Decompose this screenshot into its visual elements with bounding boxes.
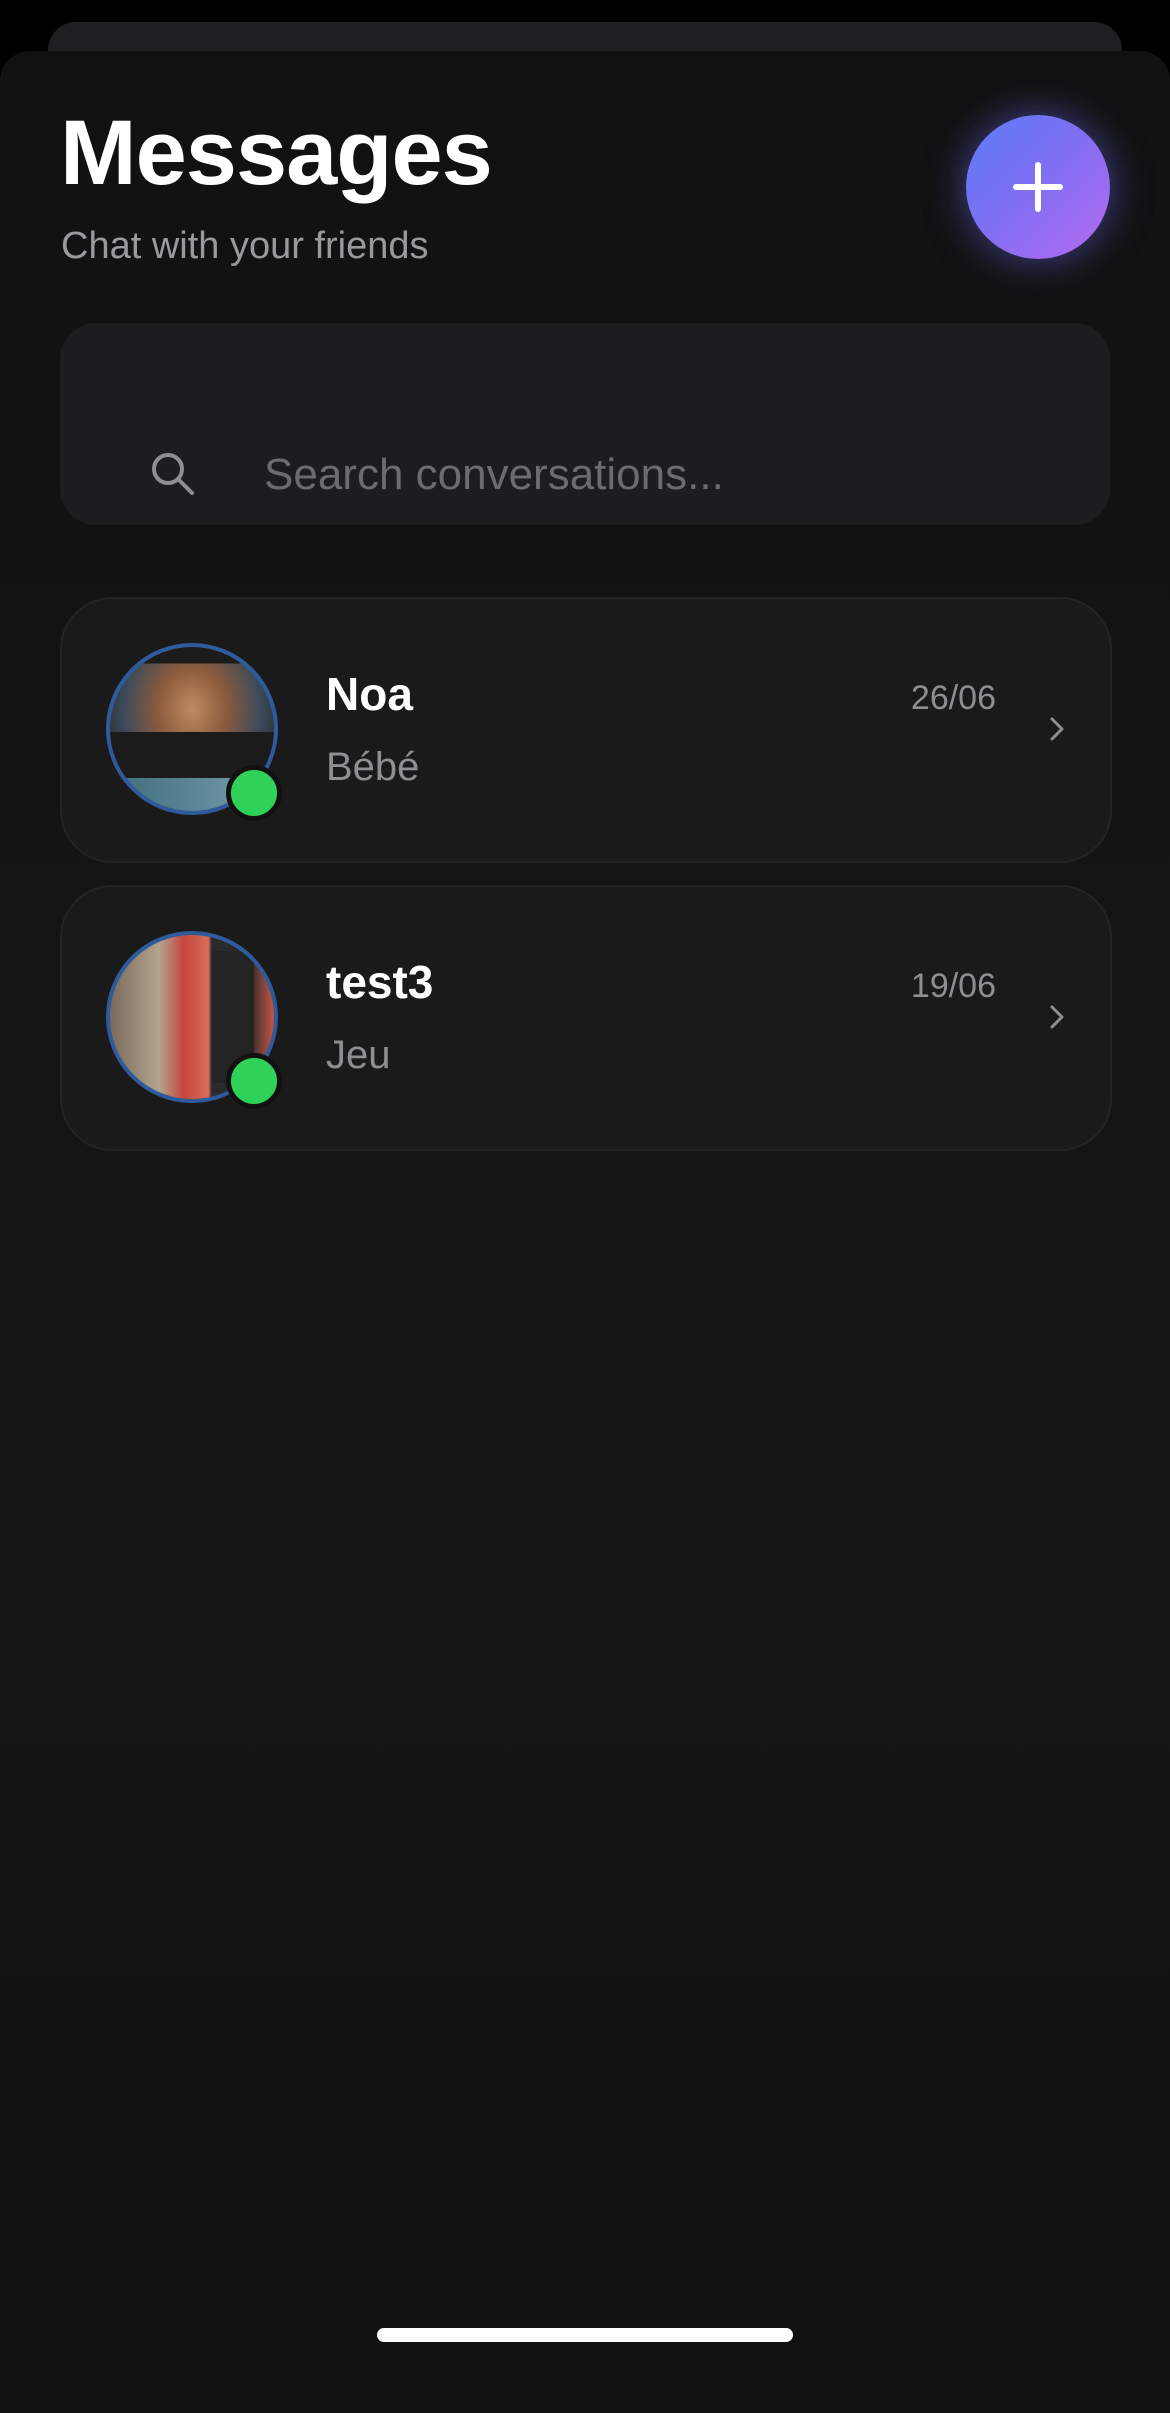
- last-message-preview: Bébé: [326, 745, 420, 789]
- page-subtitle: Chat with your friends: [61, 225, 429, 267]
- last-message-preview: Jeu: [326, 1033, 391, 1077]
- chevron-right-icon: [1050, 1005, 1064, 1029]
- contact-name: Noa: [326, 668, 413, 720]
- message-date: 19/06: [910, 967, 996, 1005]
- chevron-right-icon: [1050, 717, 1064, 741]
- plus-icon: [1013, 162, 1063, 212]
- online-status-indicator: [226, 1053, 282, 1109]
- contact-name: test3: [326, 956, 434, 1008]
- home-indicator[interactable]: [377, 2328, 793, 2342]
- conversation-item-test3[interactable]: test3 Jeu 19/06: [60, 885, 1112, 1151]
- messages-screen: Messages Chat with your friends Noa Bébé…: [0, 51, 1170, 2413]
- online-status-indicator: [226, 765, 282, 821]
- search-icon: [152, 453, 194, 495]
- message-date: 26/06: [910, 679, 996, 717]
- new-conversation-button[interactable]: [966, 115, 1110, 259]
- page-title: Messages: [60, 102, 493, 204]
- search-input[interactable]: [264, 423, 1044, 527]
- conversation-item-noa[interactable]: Noa Bébé 26/06: [60, 597, 1112, 863]
